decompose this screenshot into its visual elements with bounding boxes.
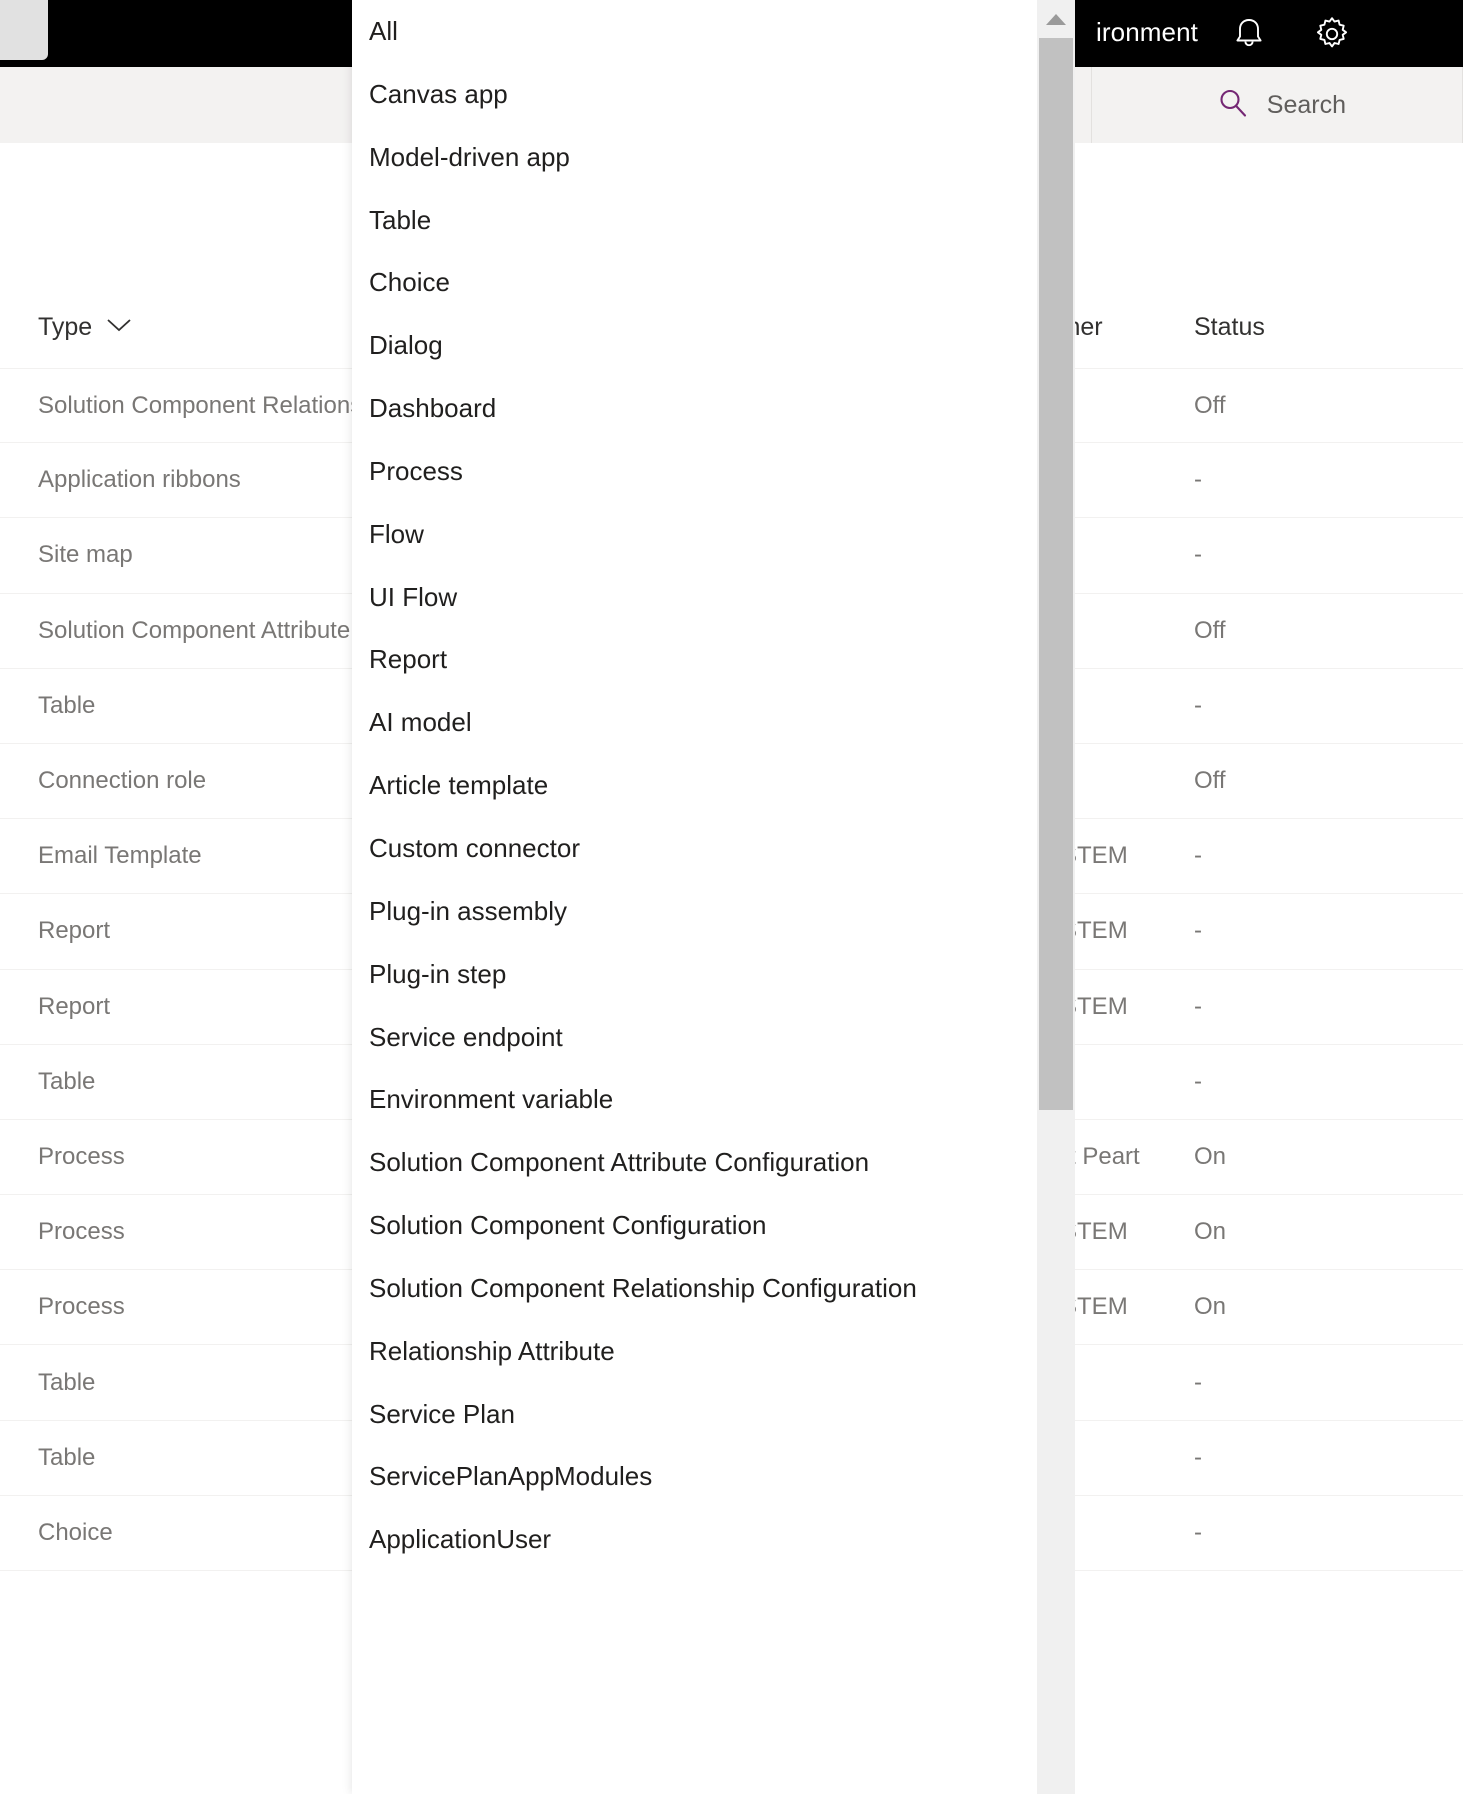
- caret-up-icon[interactable]: [1037, 0, 1075, 38]
- column-header-type-label: Type: [38, 313, 92, 342]
- row-cell-status: -: [1194, 1519, 1202, 1547]
- dropdown-option[interactable]: Table: [352, 189, 1037, 252]
- dropdown-option[interactable]: Dashboard: [352, 377, 1037, 440]
- row-cell-status: -: [1194, 692, 1202, 720]
- dropdown-option[interactable]: UI Flow: [352, 566, 1037, 629]
- row-cell-status: -: [1194, 541, 1202, 569]
- command-bar-divider-left: [1091, 67, 1092, 143]
- row-cell-status: Off: [1194, 392, 1226, 420]
- dropdown-option[interactable]: Process: [352, 440, 1037, 503]
- dropdown-option[interactable]: Solution Component Attribute Configurati…: [352, 1131, 1037, 1194]
- row-cell-status: -: [1194, 993, 1202, 1021]
- dropdown-option[interactable]: Plug-in step: [352, 943, 1037, 1006]
- search-box[interactable]: Search: [1195, 67, 1368, 143]
- dropdown-option[interactable]: Plug-in assembly: [352, 880, 1037, 943]
- column-header-status[interactable]: Status: [1194, 313, 1265, 342]
- dropdown-option[interactable]: Canvas app: [352, 63, 1037, 126]
- row-cell-status: On: [1194, 1293, 1226, 1321]
- row-cell-type: Report: [38, 917, 110, 945]
- row-cell-type: Application ribbons: [38, 466, 241, 494]
- type-filter-dropdown: AllCanvas appModel-driven appTableChoice…: [352, 0, 1037, 1794]
- search-icon: [1217, 87, 1249, 124]
- dropdown-option[interactable]: Service endpoint: [352, 1006, 1037, 1069]
- row-cell-type: Process: [38, 1293, 125, 1321]
- row-cell-type: Site map: [38, 541, 133, 569]
- dropdown-option[interactable]: Flow: [352, 503, 1037, 566]
- dropdown-option[interactable]: Custom connector: [352, 817, 1037, 880]
- dropdown-scrollbar-thumb[interactable]: [1039, 38, 1073, 1110]
- row-cell-type: Table: [38, 692, 95, 720]
- row-cell-status: -: [1194, 842, 1202, 870]
- environment-name-label: ironment: [1096, 17, 1198, 48]
- bell-icon[interactable]: [1223, 8, 1275, 60]
- row-cell-status: -: [1194, 466, 1202, 494]
- type-filter-option-list: AllCanvas appModel-driven appTableChoice…: [352, 0, 1037, 1571]
- row-cell-status: -: [1194, 917, 1202, 945]
- row-cell-type: Solution Component Relationship: [38, 392, 394, 420]
- dropdown-option[interactable]: Environment variable: [352, 1068, 1037, 1131]
- row-cell-type: Connection role: [38, 767, 206, 795]
- dropdown-option[interactable]: All: [352, 0, 1037, 63]
- row-cell-type: Solution Component Attribute Co: [38, 617, 388, 645]
- dropdown-option[interactable]: AI model: [352, 691, 1037, 754]
- dropdown-option[interactable]: ApplicationUser: [352, 1508, 1037, 1571]
- gear-icon[interactable]: [1306, 8, 1358, 60]
- row-cell-type: Table: [38, 1444, 95, 1472]
- row-cell-type: Process: [38, 1143, 125, 1171]
- chevron-down-icon: [106, 317, 132, 338]
- row-cell-status: Off: [1194, 767, 1226, 795]
- dropdown-option[interactable]: Relationship Attribute: [352, 1320, 1037, 1383]
- dropdown-option[interactable]: Article template: [352, 754, 1037, 817]
- waffle-menu-button[interactable]: [0, 0, 48, 60]
- row-cell-type: Table: [38, 1369, 95, 1397]
- search-input[interactable]: Search: [1267, 91, 1346, 120]
- row-cell-status: -: [1194, 1369, 1202, 1397]
- dropdown-option[interactable]: Choice: [352, 251, 1037, 314]
- row-cell-type: Email Template: [38, 842, 202, 870]
- row-cell-type: Report: [38, 993, 110, 1021]
- row-cell-type: Table: [38, 1068, 95, 1096]
- row-cell-status: On: [1194, 1143, 1226, 1171]
- dropdown-option[interactable]: Model-driven app: [352, 126, 1037, 189]
- row-cell-status: On: [1194, 1218, 1226, 1246]
- dropdown-option[interactable]: ServicePlanAppModules: [352, 1445, 1037, 1508]
- dropdown-option[interactable]: Solution Component Configuration: [352, 1194, 1037, 1257]
- row-cell-status: -: [1194, 1444, 1202, 1472]
- row-cell-status: -: [1194, 1068, 1202, 1096]
- row-cell-type: Process: [38, 1218, 125, 1246]
- dropdown-option[interactable]: Service Plan: [352, 1383, 1037, 1446]
- dropdown-option[interactable]: Solution Component Relationship Configur…: [352, 1257, 1037, 1320]
- dropdown-option[interactable]: Dialog: [352, 314, 1037, 377]
- column-header-type[interactable]: Type: [38, 313, 132, 342]
- row-cell-status: Off: [1194, 617, 1226, 645]
- dropdown-option[interactable]: Report: [352, 628, 1037, 691]
- row-cell-type: Choice: [38, 1519, 113, 1547]
